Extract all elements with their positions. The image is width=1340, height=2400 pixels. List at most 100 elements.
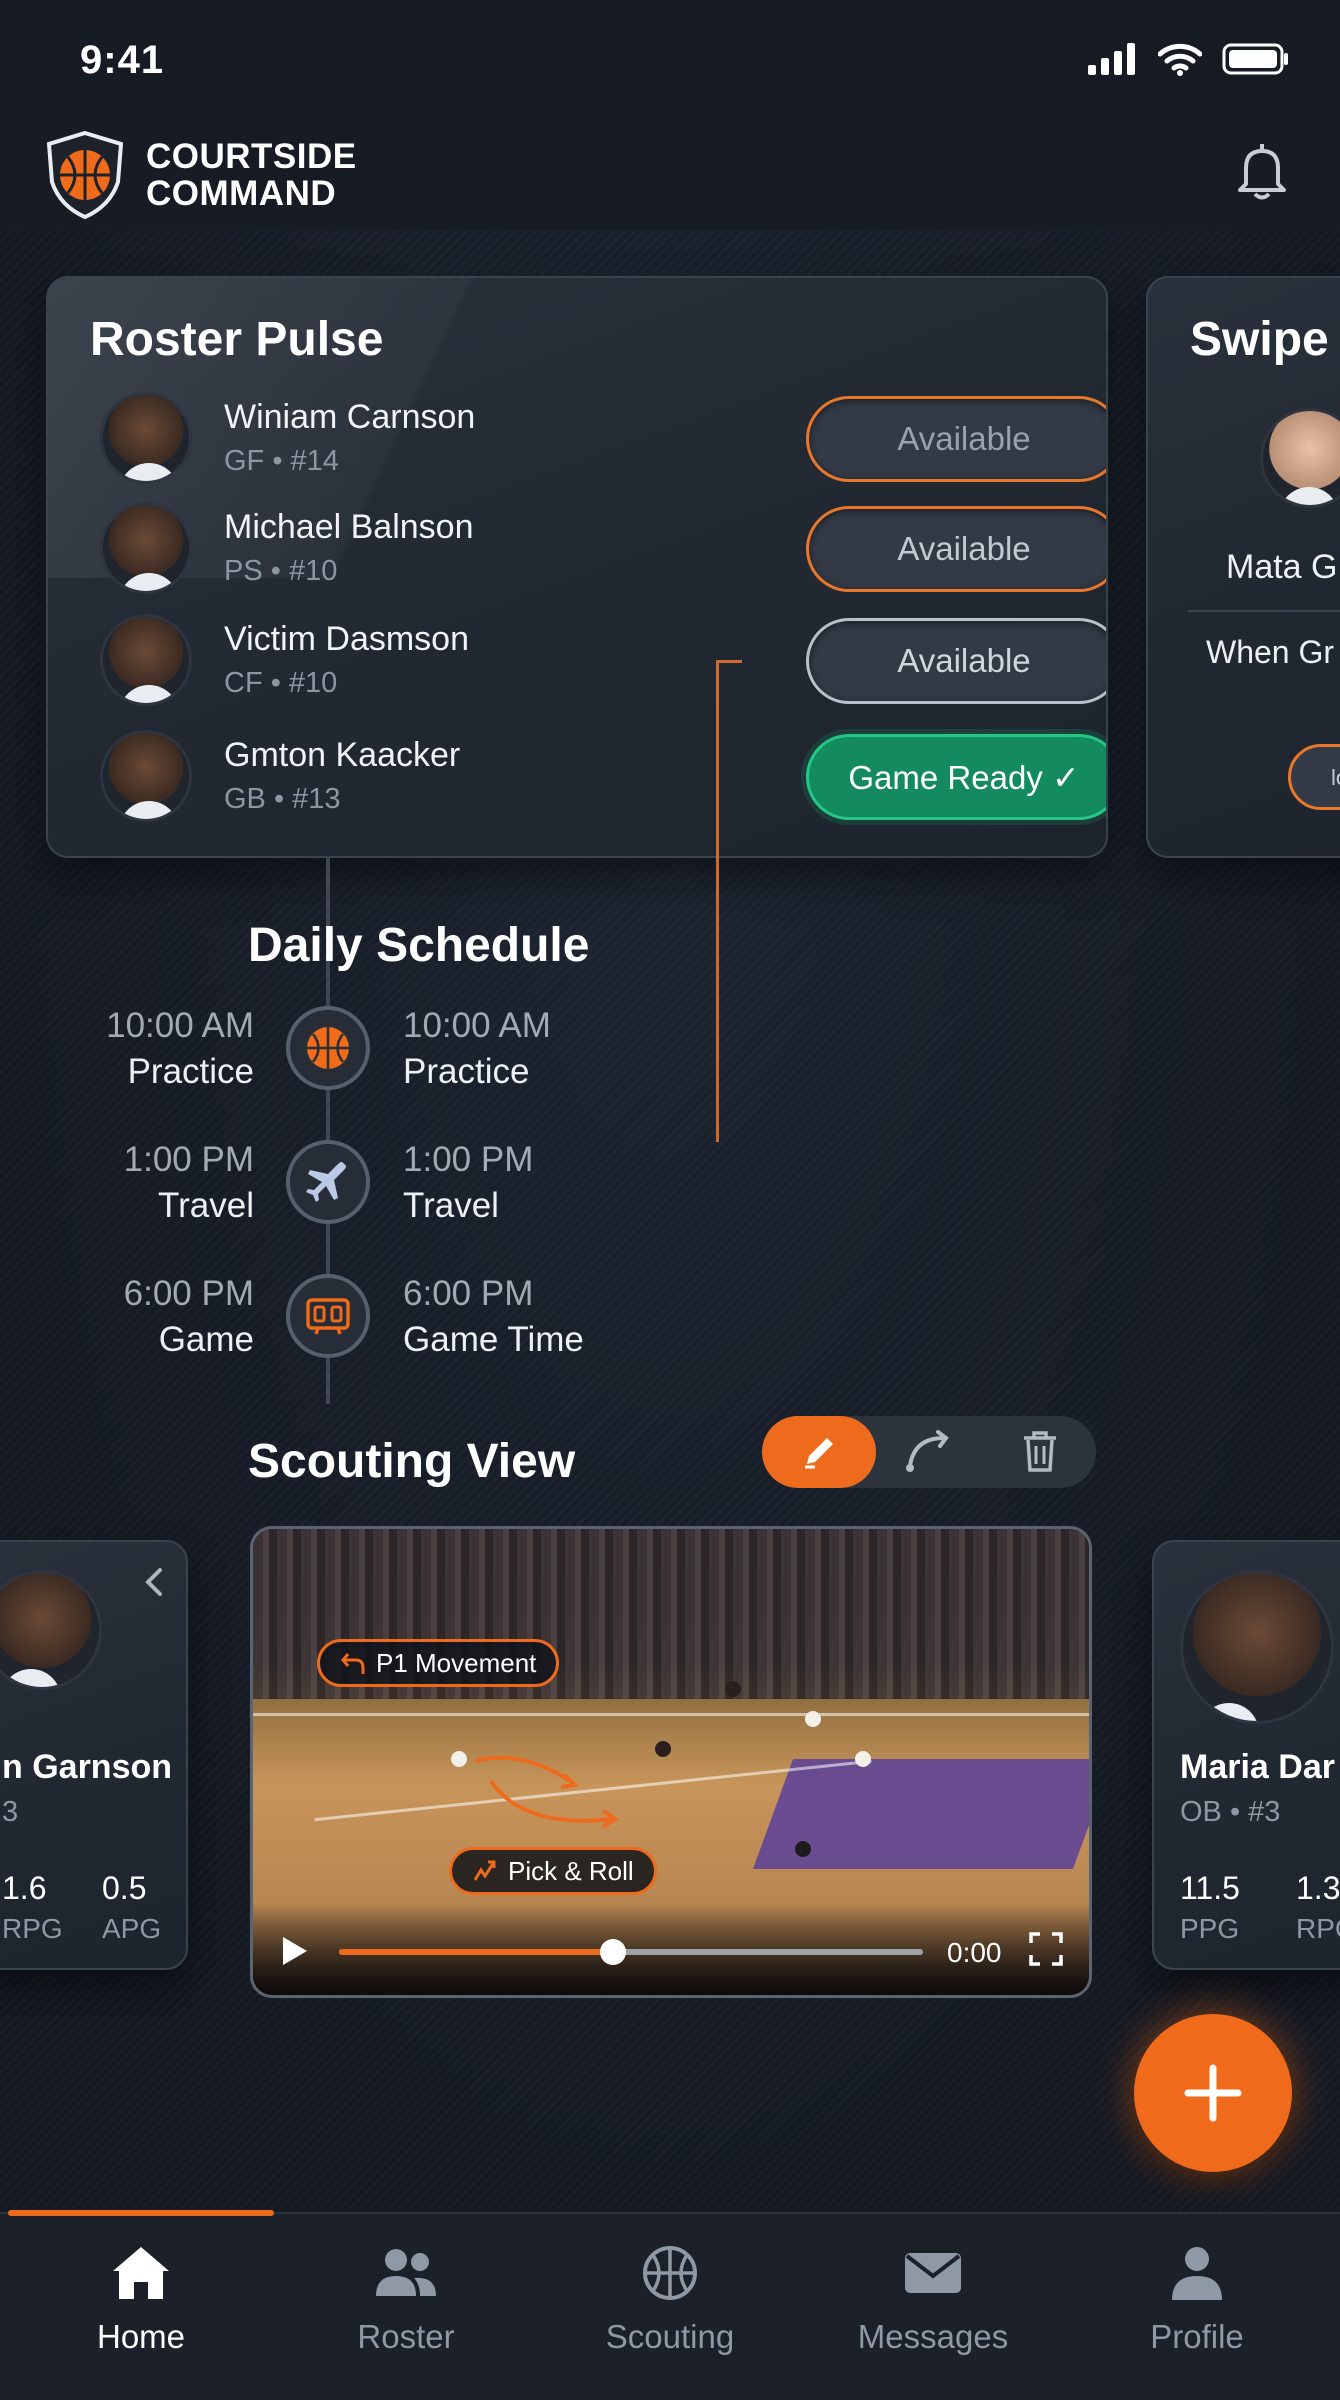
schedule-label: Travel (158, 1186, 254, 1225)
stat-block: 11.5 PPG (1180, 1870, 1240, 1945)
player-card-left[interactable]: n Garnson 3 1.6 RPG 0.5 APG (0, 1540, 188, 1970)
chevron-left-icon[interactable] (142, 1564, 166, 1605)
curve-tool-button[interactable] (900, 1428, 956, 1481)
stat-label: APG (102, 1913, 162, 1944)
schedule-time: 1:00 PM (403, 1140, 534, 1179)
stat-block: 1.3 RPG (1296, 1870, 1340, 1945)
player-name: n Garnson (2, 1748, 173, 1786)
schedule-time: 10:00 AM (106, 1006, 254, 1045)
schedule-time: 1:00 PM (123, 1140, 254, 1179)
schedule-node[interactable] (286, 1140, 370, 1224)
app-brand: COURTSIDE COMMAND (44, 130, 357, 220)
status-button-available[interactable]: Available (806, 506, 1106, 592)
schedule-node[interactable] (286, 1006, 370, 1090)
player-meta: GF • #14 (224, 445, 339, 477)
schedule-item-left: 1:00 PM Travel (34, 1140, 254, 1226)
trash-icon (1024, 1431, 1056, 1472)
stat-value: 11.5 (1180, 1870, 1240, 1906)
avatar (100, 502, 192, 594)
schedule-title: Daily Schedule (248, 919, 590, 972)
trash-tool-button[interactable] (1020, 1428, 1060, 1479)
schedule-label: Game Time (403, 1320, 584, 1359)
stat-value: 1.3 (1296, 1870, 1340, 1906)
roster-pulse-card: Roster Pulse Winiam Carnson GF • #14 Mic… (46, 276, 1108, 858)
player-name: Winiam Carnson (224, 398, 476, 436)
player-meta: PS • #10 (224, 555, 338, 587)
schedule-time: 6:00 PM (123, 1274, 254, 1313)
pen-tool-button[interactable] (762, 1416, 876, 1488)
play-route-icon (473, 1860, 496, 1881)
annotation-tag-pick-and-roll[interactable]: Pick & Roll (449, 1847, 657, 1895)
tag-label: P1 Movement (376, 1647, 537, 1678)
swipe-card[interactable]: Swipe Mata G When Gr lo (1146, 276, 1340, 858)
tab-label: Profile (1150, 2318, 1244, 2355)
status-icons (1088, 42, 1290, 76)
schedule-item-left: 10:00 AM Practice (34, 1006, 254, 1092)
schedule-node[interactable] (286, 1274, 370, 1358)
status-button-available[interactable]: Available (806, 618, 1106, 704)
divider (1188, 610, 1340, 612)
progress-fill (339, 1949, 614, 1955)
avatar (1260, 408, 1340, 508)
users-icon (376, 2249, 436, 2296)
status-button-available[interactable]: Available (806, 396, 1106, 482)
player-name: Gmton Kaacker (224, 736, 461, 774)
player-row[interactable]: Michael Balnson PS • #10 (100, 502, 473, 594)
tab-label: Messages (857, 2318, 1009, 2355)
add-button[interactable] (1134, 2014, 1292, 2172)
notifications-bell-icon[interactable] (1234, 140, 1290, 207)
avatar (100, 614, 192, 706)
swipe-subtitle: When Gr (1206, 634, 1335, 670)
signal-icon (1088, 43, 1135, 75)
avatar (100, 392, 192, 484)
player-row[interactable]: Winiam Carnson GF • #14 (100, 392, 475, 484)
status-button-game-ready[interactable]: Game Ready ✓ (806, 734, 1106, 820)
video-controls: 0:00 (253, 1905, 1089, 1995)
tag-label: Pick & Roll (508, 1855, 634, 1886)
video-progress-bar[interactable] (339, 1939, 923, 1965)
player-meta: GB • #13 (224, 783, 341, 815)
avatar (0, 1570, 102, 1690)
schedule-label: Practice (127, 1052, 254, 1091)
tab-roster[interactable]: Roster (306, 2244, 506, 2356)
player-row[interactable]: Victim Dasmson CF • #10 (100, 614, 469, 706)
schedule-item-left: 6:00 PM Game (34, 1274, 254, 1360)
fullscreen-icon[interactable] (1029, 1932, 1063, 1971)
stat-value: 0.5 (102, 1870, 147, 1906)
stat-value: 1.6 (2, 1870, 47, 1906)
avatar (1180, 1570, 1334, 1724)
player-card-right[interactable]: Maria Dar OB • #3 11.5 PPG 1.3 RPG (1152, 1540, 1340, 1970)
progress-knob[interactable] (600, 1939, 627, 1965)
player-row[interactable]: Gmton Kaacker GB • #13 (100, 730, 460, 822)
connector-line (716, 660, 742, 663)
scouting-video-player[interactable]: P1 Movement Pick & Roll 0:00 (250, 1526, 1092, 1998)
schedule-item-right: 1:00 PM Travel (403, 1140, 703, 1226)
swipe-player-name: Mata G (1226, 548, 1338, 586)
tab-scouting[interactable]: Scouting (570, 2244, 770, 2356)
play-icon[interactable] (279, 1934, 311, 1973)
tab-messages[interactable]: Messages (833, 2244, 1033, 2356)
brand-line2: COMMAND (146, 174, 337, 213)
roster-title: Roster Pulse (90, 313, 384, 366)
stat-block: 0.5 APG (102, 1870, 161, 1945)
tab-label: Roster (357, 2318, 455, 2355)
tab-home[interactable]: Home (41, 2244, 241, 2356)
stat-label: PPG (1180, 1913, 1240, 1944)
annotation-tag-p1-movement[interactable]: P1 Movement (317, 1639, 560, 1687)
swipe-title: Swipe (1190, 313, 1329, 366)
player-meta: 3 (2, 1796, 19, 1828)
tab-label: Scouting (605, 2318, 735, 2355)
stat-label: RPG (1296, 1913, 1340, 1944)
player-name: Maria Dar (1180, 1748, 1335, 1786)
schedule-label: Practice (403, 1052, 530, 1091)
video-time: 0:00 (947, 1937, 1002, 1968)
undo-arrow-icon (341, 1653, 365, 1674)
schedule-label: Game (158, 1320, 254, 1359)
person-icon (1172, 2247, 1222, 2300)
active-tab-indicator (8, 2210, 274, 2216)
tab-profile[interactable]: Profile (1097, 2244, 1297, 2356)
swipe-action-button[interactable]: lo (1288, 744, 1340, 810)
scouting-title: Scouting View (248, 1435, 576, 1488)
player-meta: OB • #3 (1180, 1796, 1281, 1828)
schedule-time: 10:00 AM (403, 1006, 551, 1045)
